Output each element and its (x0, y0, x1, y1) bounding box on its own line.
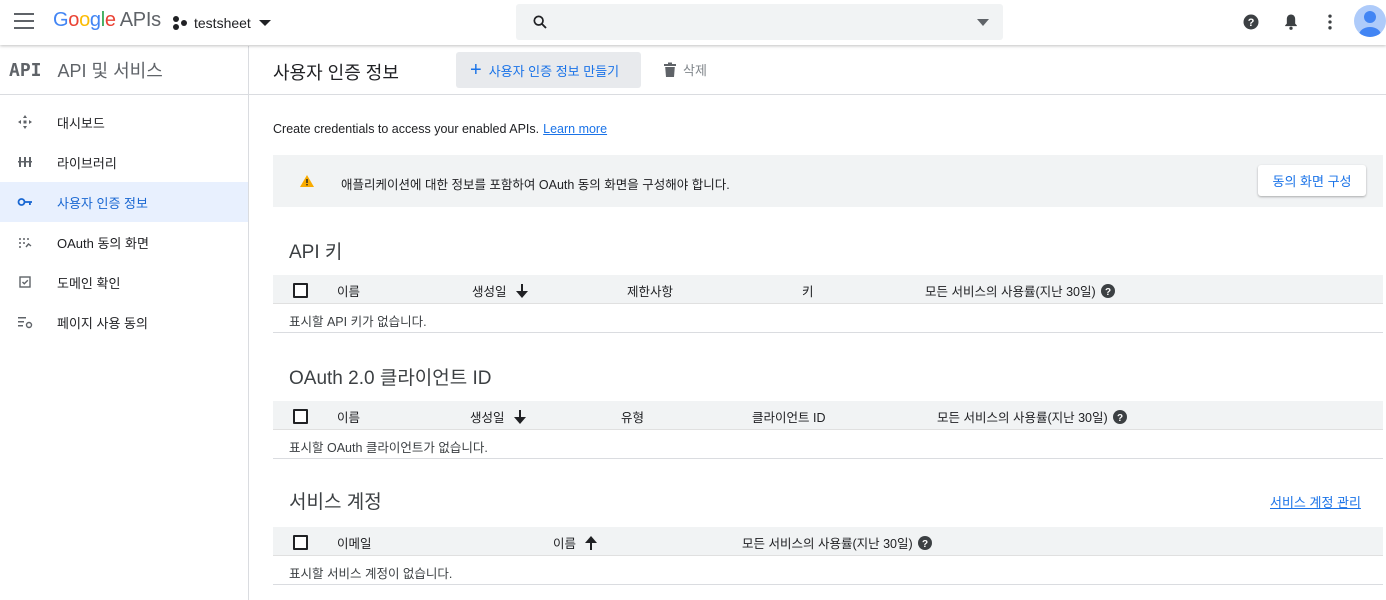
service-accounts-title: 서비스 계정 (289, 492, 382, 513)
project-icon (173, 16, 187, 30)
domain-verify-icon (19, 276, 31, 288)
column-name[interactable]: 이름 (553, 533, 598, 552)
column-created[interactable]: 생성일 (472, 281, 528, 300)
search-bar[interactable] (516, 4, 1003, 40)
avatar-person-icon (1359, 11, 1381, 37)
delete-button[interactable]: 삭제 (663, 60, 707, 79)
svg-text:?: ? (1117, 412, 1123, 423)
sidebar: API API 및 서비스 대시보드 라이브러리 사용자 인증 정보 OAuth… (0, 46, 249, 600)
sidebar-nav: 대시보드 라이브러리 사용자 인증 정보 OAuth 동의 화면 도메인 확인 … (0, 95, 248, 342)
column-name[interactable]: 이름 (337, 281, 360, 300)
page-usage-icon (18, 317, 33, 329)
sidebar-item-page-usage[interactable]: 페이지 사용 동의 (0, 302, 248, 342)
column-usage: 모든 서비스의 사용률(지난 30일) ? (925, 281, 1115, 300)
arrow-down-icon (513, 409, 526, 424)
sidebar-item-oauth-consent[interactable]: OAuth 동의 화면 (0, 222, 248, 262)
service-accounts-table-header: 이메일 이름 모든 서비스의 사용률(지난 30일) ? (273, 527, 1383, 556)
warning-icon (300, 175, 314, 187)
arrow-down-icon (515, 283, 528, 298)
oauth-consent-icon (19, 238, 32, 248)
search-dropdown-icon[interactable] (977, 19, 989, 26)
help-icon[interactable]: ? (1100, 283, 1115, 298)
arrow-up-icon (585, 535, 598, 550)
create-credentials-button[interactable]: + 사용자 인증 정보 만들기 (456, 52, 641, 88)
column-client-id: 클라이언트 ID (752, 411, 826, 425)
svg-text:?: ? (1248, 17, 1255, 29)
api-keys-empty-row: 표시할 API 키가 없습니다. (273, 304, 1383, 333)
service-accounts-empty-row: 표시할 서비스 계정이 없습니다. (273, 556, 1383, 585)
column-usage: 모든 서비스의 사용률(지난 30일) ? (742, 533, 932, 552)
learn-more-link[interactable]: Learn more (543, 122, 607, 136)
search-icon (533, 15, 547, 29)
select-all-checkbox[interactable] (293, 535, 308, 550)
plus-icon: + (470, 59, 482, 81)
column-type: 유형 (621, 411, 645, 425)
select-all-checkbox[interactable] (293, 283, 308, 298)
sidebar-title: API 및 서비스 (57, 61, 163, 81)
key-icon (17, 198, 32, 206)
google-apis-logo[interactable]: Google APIs (53, 9, 161, 32)
more-vert-icon[interactable] (1320, 12, 1340, 32)
column-key: 키 (802, 285, 814, 299)
column-restrictions: 제한사항 (627, 285, 674, 299)
configure-consent-screen-button[interactable]: 동의 화면 구성 (1258, 165, 1366, 196)
banner-text: 애플리케이션에 대한 정보를 포함하여 OAuth 동의 화면을 구성해야 합니… (341, 178, 730, 192)
page-header: 사용자 인증 정보 + 사용자 인증 정보 만들기 삭제 (249, 46, 1386, 95)
oauth-warning-banner: 애플리케이션에 대한 정보를 포함하여 OAuth 동의 화면을 구성해야 합니… (273, 155, 1383, 207)
menu-icon[interactable] (14, 13, 34, 29)
sidebar-item-domain-verification[interactable]: 도메인 확인 (0, 262, 248, 302)
search-input[interactable] (560, 10, 960, 34)
chevron-down-icon (258, 20, 271, 26)
sidebar-item-dashboard[interactable]: 대시보드 (0, 102, 248, 142)
sidebar-header: API API 및 서비스 (0, 46, 248, 95)
column-name[interactable]: 이름 (337, 407, 360, 426)
select-all-checkbox[interactable] (293, 409, 308, 424)
page-title: 사용자 인증 정보 (273, 63, 399, 83)
account-avatar[interactable] (1354, 5, 1386, 37)
notifications-icon[interactable] (1281, 12, 1301, 32)
help-icon[interactable]: ? (1112, 409, 1127, 424)
column-email[interactable]: 이메일 (337, 533, 372, 552)
svg-text:?: ? (922, 538, 928, 549)
project-selector[interactable]: testsheet (172, 12, 271, 34)
manage-service-accounts-link[interactable]: 서비스 계정 관리 (1270, 492, 1361, 511)
sidebar-item-credentials[interactable]: 사용자 인증 정보 (0, 182, 248, 222)
svg-text:?: ? (1105, 286, 1111, 297)
help-icon[interactable]: ? (1241, 12, 1261, 32)
help-icon[interactable]: ? (917, 535, 932, 550)
oauth-empty-row: 표시할 OAuth 클라이언트가 없습니다. (273, 430, 1383, 459)
api-logo-icon: API (9, 59, 42, 81)
api-keys-title: API 키 (289, 242, 343, 263)
sidebar-item-library[interactable]: 라이브러리 (0, 142, 248, 182)
oauth-clients-title: OAuth 2.0 클라이언트 ID (289, 368, 492, 389)
top-app-bar: Google APIs testsheet ? (0, 0, 1386, 45)
column-usage: 모든 서비스의 사용률(지난 30일) ? (937, 407, 1127, 426)
library-icon (18, 157, 32, 167)
oauth-table-header: 이름 생성일 유형 클라이언트 ID 모든 서비스의 사용률(지난 30일) ? (273, 401, 1383, 430)
column-created[interactable]: 생성일 (470, 407, 526, 426)
main-content: 사용자 인증 정보 + 사용자 인증 정보 만들기 삭제 Create cred… (249, 46, 1386, 600)
trash-icon (664, 62, 676, 77)
api-keys-table-header: 이름 생성일 제한사항 키 모든 서비스의 사용률(지난 30일) ? (273, 275, 1383, 304)
intro-text: Create credentials to access your enable… (273, 122, 608, 136)
dashboard-icon (18, 115, 32, 129)
project-name: testsheet (194, 15, 251, 31)
